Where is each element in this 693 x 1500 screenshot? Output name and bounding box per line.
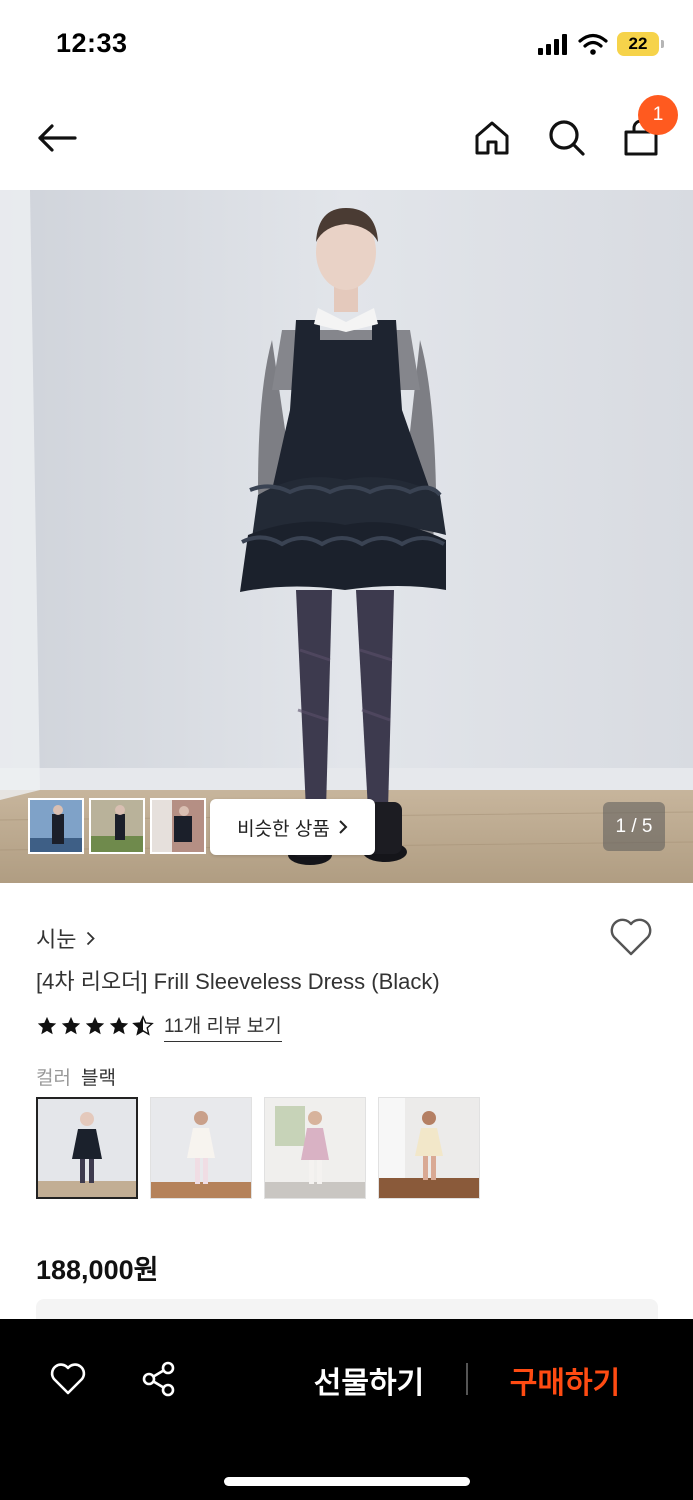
heart-outline-icon	[50, 1363, 86, 1395]
wishlist-button[interactable]	[608, 916, 658, 964]
back-arrow-icon	[38, 124, 77, 152]
gift-button[interactable]: 선물하기	[294, 1355, 444, 1405]
home-indicator	[224, 1477, 470, 1486]
battery-level: 22	[628, 34, 648, 53]
star-rating	[36, 1015, 154, 1037]
product-photo	[0, 190, 693, 883]
carousel-thumbnail[interactable]	[28, 798, 84, 854]
bottom-wishlist-button[interactable]	[46, 1357, 90, 1401]
similar-products-label: 비슷한 상품	[237, 818, 330, 840]
cart-count-badge: 1	[638, 95, 678, 135]
product-title: [4차 리오더] Frill Sleeveless Dress (Black)	[36, 969, 440, 994]
color-label: 컬러	[36, 1068, 71, 1089]
color-swatch-yellow[interactable]	[378, 1097, 480, 1199]
star-icon	[85, 1016, 105, 1035]
chevron-right-icon	[87, 931, 96, 945]
share-button[interactable]	[137, 1357, 181, 1401]
wifi-icon	[578, 33, 608, 55]
color-row: 컬러 블랙	[36, 1063, 116, 1090]
brand-link[interactable]: 시눈	[36, 922, 96, 954]
search-icon	[549, 120, 585, 156]
share-icon	[142, 1361, 175, 1397]
color-swatches	[36, 1097, 480, 1199]
similar-products-button[interactable]: 비슷한 상품	[210, 799, 375, 855]
star-icon	[37, 1016, 57, 1035]
star-icon	[61, 1016, 81, 1035]
status-time: 12:33	[56, 28, 128, 58]
bottom-divider	[466, 1363, 468, 1395]
color-value: 블랙	[80, 1068, 116, 1089]
color-swatch-pink[interactable]	[264, 1097, 366, 1199]
status-icons: 22	[537, 30, 664, 58]
status-bar: 12:33 22	[0, 0, 693, 88]
color-swatch-black[interactable]	[36, 1097, 138, 1199]
battery-indicator: 22	[617, 32, 664, 56]
buy-button[interactable]: 구매하기	[490, 1355, 640, 1405]
image-page-counter: 1 / 5	[603, 802, 665, 851]
carousel-thumbnail[interactable]	[89, 798, 145, 854]
back-button[interactable]	[27, 88, 87, 188]
home-button[interactable]	[462, 88, 522, 188]
rating-row: 11개 리뷰 보기	[36, 1010, 282, 1042]
chevron-right-icon	[339, 820, 348, 834]
brand-name: 시눈	[36, 927, 77, 952]
product-image-carousel[interactable]: 비슷한 상품 1 / 5	[0, 190, 693, 883]
half-star-icon	[132, 1015, 154, 1036]
color-swatch-white[interactable]	[150, 1097, 252, 1199]
heart-outline-icon	[610, 918, 652, 956]
search-button[interactable]	[537, 88, 597, 188]
nav-bar	[0, 88, 693, 190]
cellular-signal-icon	[538, 34, 567, 55]
carousel-thumbnails	[28, 798, 206, 854]
star-icon	[109, 1016, 129, 1035]
review-link[interactable]: 11개 리뷰 보기	[164, 1011, 282, 1042]
product-price: 188,000원	[36, 1255, 159, 1285]
home-icon	[475, 121, 509, 155]
carousel-thumbnail[interactable]	[150, 798, 206, 854]
bottom-action-bar	[0, 1319, 693, 1500]
